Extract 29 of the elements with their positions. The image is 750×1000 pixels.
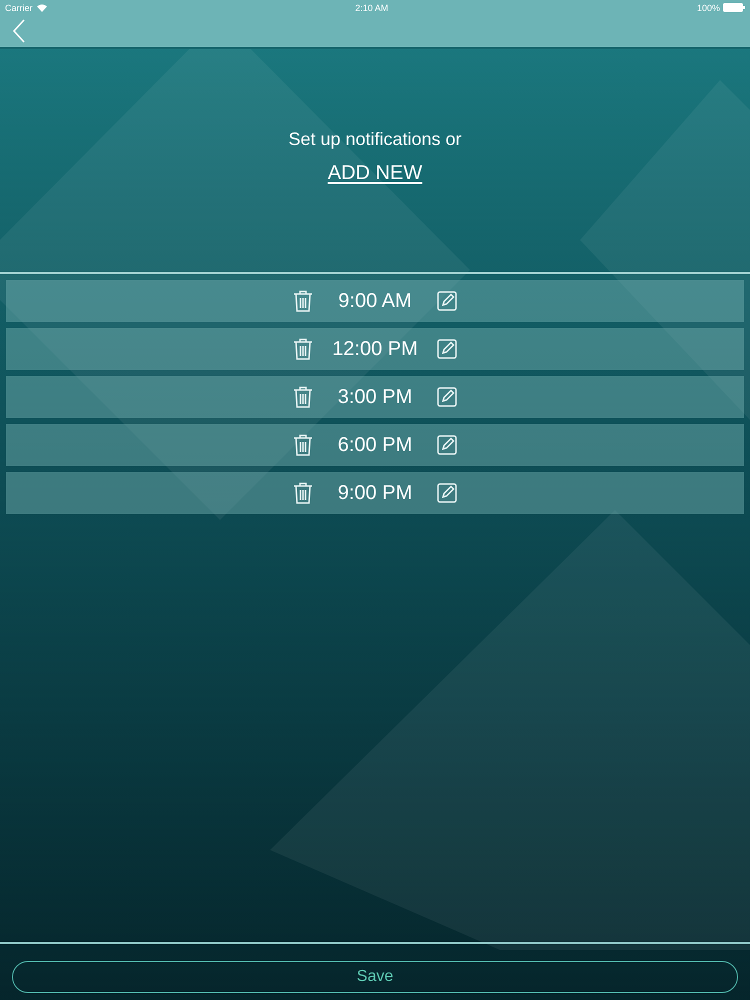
notification-row[interactable]: 3:00 PM [6,376,744,418]
notification-row[interactable]: 6:00 PM [6,424,744,466]
back-button[interactable] [12,19,26,43]
trash-icon[interactable] [293,386,313,408]
edit-icon[interactable] [437,291,457,311]
trash-icon[interactable] [293,290,313,312]
notification-time: 3:00 PM [336,386,414,408]
wifi-icon [36,4,47,12]
add-new-link[interactable]: ADD NEW [328,162,422,185]
notification-time: 6:00 PM [336,434,414,456]
edit-icon[interactable] [437,483,457,503]
notification-time: 9:00 PM [336,482,414,504]
battery-icon [722,3,745,12]
edit-icon[interactable] [437,339,457,359]
trash-icon[interactable] [293,434,313,456]
trash-icon[interactable] [293,482,313,504]
notification-row[interactable]: 9:00 AM [6,280,744,322]
clock-time: 2:10 AM [355,2,388,12]
notification-row[interactable]: 12:00 PM [6,328,744,370]
notification-row[interactable]: 9:00 PM [6,472,744,514]
save-button[interactable]: Save [12,961,738,993]
edit-icon[interactable] [437,387,457,407]
notification-time: 9:00 AM [337,290,413,312]
trash-icon[interactable] [293,338,313,360]
carrier-label: Carrier [5,2,33,12]
battery-label: 100% [696,2,720,12]
notification-time: 12:00 PM [331,338,419,360]
intro-text: Set up notifications or [288,129,462,150]
edit-icon[interactable] [437,435,457,455]
